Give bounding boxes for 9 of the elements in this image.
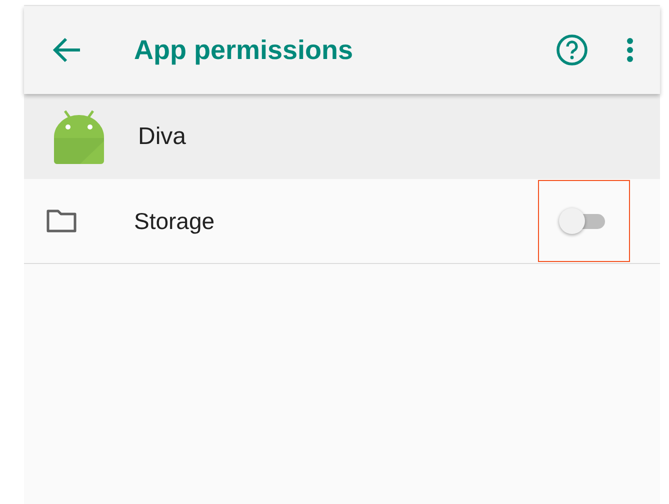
help-icon[interactable] xyxy=(556,34,588,66)
folder-icon xyxy=(46,208,78,234)
screen-title: App permissions xyxy=(134,34,354,66)
permission-row[interactable]: Storage xyxy=(24,179,660,264)
android-app-icon xyxy=(52,108,106,164)
permission-label: Storage xyxy=(134,208,216,234)
app-name: Diva xyxy=(138,122,186,150)
more-options-icon[interactable] xyxy=(626,37,634,63)
back-icon[interactable] xyxy=(52,37,82,63)
